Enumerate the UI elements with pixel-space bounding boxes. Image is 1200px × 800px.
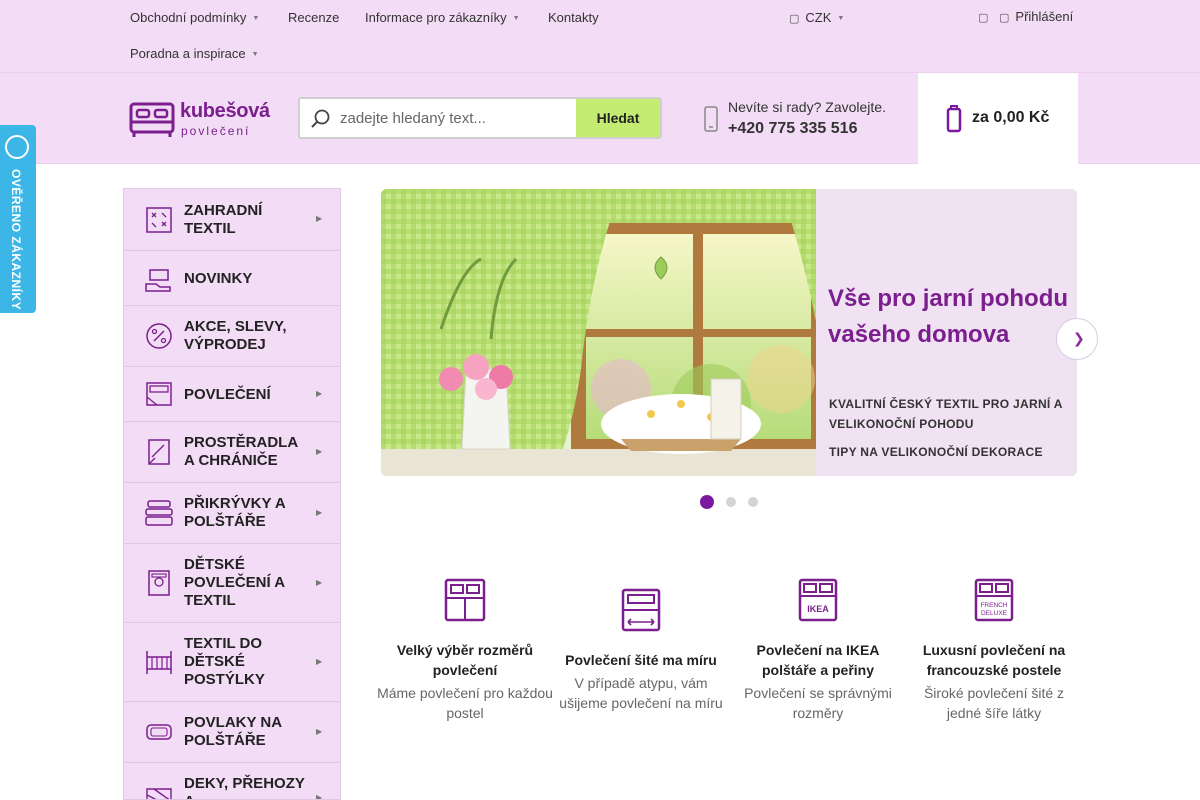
feature-custom-size: Povlečení šité ma míru V případě atypu, … bbox=[553, 588, 729, 728]
chevron-down-icon: ▼ bbox=[251, 51, 259, 58]
help-phone-number[interactable]: +420 775 335 516 bbox=[728, 120, 857, 138]
user-icon: ▢ bbox=[999, 12, 1010, 24]
carousel-next-button[interactable]: ❯ bbox=[1056, 318, 1098, 360]
top-navigation: Obchodní podmínky ▼ Recenze Informace pro… bbox=[0, 0, 1200, 72]
custom-size-bed-icon bbox=[621, 588, 661, 632]
nav-item-advice[interactable]: Poradna a inspirace ▼ bbox=[130, 46, 259, 61]
chevron-right-icon: ▶ bbox=[316, 389, 323, 398]
currency-selector[interactable]: ▢ CZK ▼ bbox=[789, 10, 844, 25]
chevron-right-icon: ▶ bbox=[316, 657, 323, 666]
chevron-right-icon: ▶ bbox=[316, 508, 323, 517]
carousel-dot-3[interactable] bbox=[748, 497, 758, 507]
cart-button[interactable]: za 0,00 Kč bbox=[918, 73, 1078, 164]
sheet-icon bbox=[148, 439, 170, 465]
banner-text-panel: Vše pro jarní pohodu vašeho domova KVALI… bbox=[816, 189, 1077, 476]
crib-icon bbox=[146, 651, 172, 674]
sidebar-item-bedding[interactable]: POVLEČENÍ ▶ bbox=[124, 367, 340, 422]
currency-icon: ▢ bbox=[789, 13, 800, 25]
feature-ikea: IKEA Povlečení na IKEA polštáře a peřiny… bbox=[730, 578, 906, 728]
banner-link[interactable]: TIPY NA VELIKONOČNÍ DEKORACE bbox=[829, 445, 1043, 459]
verified-label: OVĚŘENO ZÁKAZNÍKY bbox=[9, 169, 23, 311]
search-icon bbox=[311, 109, 330, 128]
feature-french: FRENCH DELUXE Luxusní povlečení na franc… bbox=[906, 578, 1082, 728]
chevron-right-icon: ❯ bbox=[1073, 330, 1085, 346]
sidebar-item-pillowcases[interactable]: POVLAKY NA POLŠTÁŘE ▶ bbox=[124, 702, 340, 763]
feature-sizes: Velký výběr rozměrů povlečení Máme povle… bbox=[377, 578, 553, 728]
sidebar-item-blankets[interactable]: DEKY, PŘEHOZY A ▶ bbox=[124, 763, 340, 800]
kids-bedding-icon bbox=[148, 570, 170, 596]
search-input[interactable] bbox=[340, 99, 576, 137]
banner-headline: Vše pro jarní pohodu vašeho domova bbox=[828, 285, 1069, 348]
sidebar-item-duvets-pillows[interactable]: PŘIKRÝVKY A POLŠTÁŘE ▶ bbox=[124, 483, 340, 544]
sidebar-item-sheets[interactable]: PROSTĚRADLA A CHRÁNIČE ▶ bbox=[124, 422, 340, 483]
bedding-icon bbox=[146, 382, 172, 406]
search-icon: ▢ bbox=[978, 12, 989, 24]
chevron-right-icon: ▶ bbox=[316, 214, 323, 223]
duvet-stack-icon bbox=[145, 500, 173, 526]
sidebar-item-crib-textile[interactable]: TEXTIL DO DĚTSKÉ POSTÝLKY ▶ bbox=[124, 623, 340, 702]
logo-subtitle: povlečení bbox=[181, 124, 251, 138]
help-question: Nevíte si rady? Zavolejte. bbox=[728, 99, 886, 115]
phone-icon bbox=[704, 106, 718, 132]
sidebar-item-garden-textile[interactable]: ZAHRADNÍ TEXTIL ▶ bbox=[124, 189, 340, 251]
search-bar: Hledat bbox=[298, 97, 662, 139]
chevron-down-icon: ▼ bbox=[252, 15, 260, 22]
pillowcase-icon bbox=[146, 724, 172, 740]
site-logo[interactable]: kubešová povlečení bbox=[129, 100, 279, 140]
verified-badge-icon bbox=[5, 135, 29, 159]
carousel-dot-1[interactable] bbox=[700, 495, 714, 509]
new-items-icon bbox=[145, 269, 171, 292]
bed-logo-icon bbox=[129, 102, 175, 137]
french-bed-icon: FRENCH DELUXE bbox=[974, 578, 1014, 622]
garden-textile-icon bbox=[146, 207, 172, 233]
nav-item-contacts[interactable]: Kontakty bbox=[548, 10, 599, 25]
search-toggle[interactable]: ▢ bbox=[978, 9, 994, 24]
svg-text:IKEA: IKEA bbox=[807, 604, 829, 614]
shopping-bag-icon bbox=[946, 105, 962, 133]
sidebar-item-sale[interactable]: AKCE, SLEVY, VÝPRODEJ bbox=[124, 306, 340, 367]
site-header: kubešová povlečení Hledat Nevíte si rady… bbox=[0, 72, 1200, 164]
category-sidebar: ZAHRADNÍ TEXTIL ▶ NOVINKY AKCE, SLEVY, V… bbox=[123, 188, 341, 800]
discount-icon bbox=[146, 323, 172, 349]
chevron-right-icon: ▶ bbox=[316, 447, 323, 456]
cart-total: za 0,00 Kč bbox=[972, 109, 1050, 126]
svg-text:DELUXE: DELUXE bbox=[981, 610, 1008, 617]
search-button[interactable]: Hledat bbox=[576, 99, 660, 137]
nav-item-customer-info[interactable]: Informace pro zákazníky ▼ bbox=[365, 10, 520, 25]
chevron-right-icon: ▶ bbox=[316, 578, 323, 587]
double-bed-icon bbox=[444, 578, 486, 622]
banner-subline: KVALITNÍ ČESKÝ TEXTIL PRO JARNÍ A VELIKO… bbox=[829, 397, 1063, 431]
login-link[interactable]: ▢ Přihlášení bbox=[999, 9, 1073, 24]
chevron-down-icon: ▼ bbox=[837, 15, 845, 22]
chevron-down-icon: ▼ bbox=[512, 15, 520, 22]
svg-text:FRENCH: FRENCH bbox=[980, 602, 1007, 609]
blanket-icon bbox=[146, 788, 172, 799]
logo-name: kubešová bbox=[180, 100, 270, 122]
nav-item-terms[interactable]: Obchodní podmínky ▼ bbox=[130, 10, 259, 25]
carousel-dot-2[interactable] bbox=[726, 497, 736, 507]
chevron-right-icon: ▶ bbox=[316, 793, 323, 800]
nav-item-reviews[interactable]: Recenze bbox=[288, 10, 339, 25]
sidebar-item-kids-bedding[interactable]: DĚTSKÉ POVLEČENÍ A TEXTIL ▶ bbox=[124, 544, 340, 623]
sidebar-item-new[interactable]: NOVINKY bbox=[124, 251, 340, 306]
ikea-bed-icon: IKEA bbox=[798, 578, 838, 622]
chevron-right-icon: ▶ bbox=[316, 727, 323, 736]
verified-by-customers-tab[interactable]: OVĚŘENO ZÁKAZNÍKY bbox=[0, 125, 36, 313]
